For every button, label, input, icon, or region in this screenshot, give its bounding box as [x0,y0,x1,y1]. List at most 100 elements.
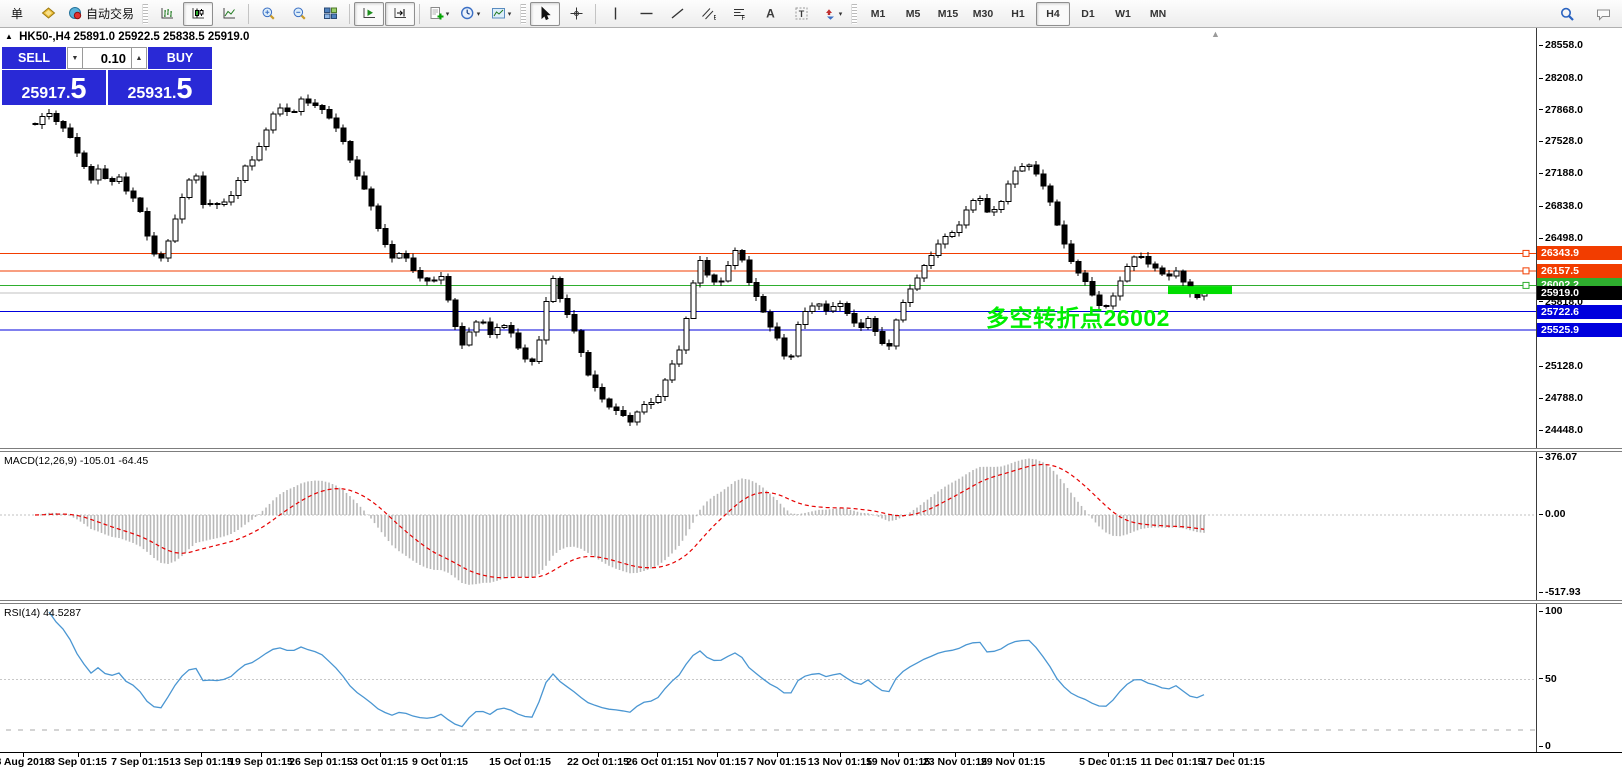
zoom-out-button[interactable] [284,2,314,26]
main-chart-canvas[interactable] [0,28,1536,449]
y-axis-label: 25128.0 [1539,360,1583,372]
sell-price-fraction: 5 [70,78,86,102]
timeframe-D1[interactable]: D1 [1071,2,1105,26]
candlestick-chart-button[interactable] [183,2,213,26]
y-axis-label: 26838.0 [1539,200,1583,212]
vertical-line-button[interactable] [600,2,630,26]
tile-windows-button[interactable] [315,2,345,26]
rsi-indicator-label: RSI(14) 44.5287 [4,607,81,619]
time-axis-line [0,752,1622,753]
horizontal-line-button[interactable] [631,2,661,26]
rsi-line [49,612,1204,727]
toolbar-grip [851,4,857,24]
trendline-button[interactable] [662,2,692,26]
x-axis-label: 7 Sep 01:15 [111,756,169,768]
indicators-button[interactable]: ▾ [424,2,454,26]
templates-button[interactable]: ▾ [486,2,516,26]
buy-price-main: 25931. [127,86,176,102]
vertical-line-icon [608,6,623,21]
highlight-zone[interactable] [1168,286,1232,294]
toolbar-separator [595,4,596,24]
candlestick-chart-icon [191,6,206,21]
sell-button[interactable]: SELL [2,47,66,69]
text-button[interactable]: A [755,2,785,26]
sell-price-button[interactable]: 25917. 5 [2,70,106,105]
y-axis-label: 24788.0 [1539,392,1583,404]
timeframe-M30[interactable]: M30 [966,2,1000,26]
crosshair-button[interactable] [561,2,591,26]
timeframe-H4[interactable]: H4 [1036,2,1070,26]
y-axis-label: 26498.0 [1539,232,1583,244]
timeframe-M5[interactable]: M5 [896,2,930,26]
zoom-out-icon [292,6,307,21]
buy-price-button[interactable]: 25931. 5 [108,70,212,105]
y-axis-label: 27528.0 [1539,135,1583,147]
y-axis-label: 27868.0 [1539,104,1583,116]
resistance-line-1-handle[interactable] [1523,250,1529,256]
x-axis-label: 3 Sep 01:15 [49,756,107,768]
timeframe-M1[interactable]: M1 [861,2,895,26]
auto-scroll-button[interactable] [354,2,384,26]
macd-canvas[interactable] [0,452,1536,600]
rsi-panel-separator[interactable] [0,600,1622,604]
auto-scroll-icon [362,6,377,21]
pivot-line-handle[interactable] [1523,282,1529,288]
timeframe-H1[interactable]: H1 [1001,2,1035,26]
x-axis-label: 13 Sep 01:15 [169,756,233,768]
volume-input[interactable]: 0.10 [83,47,131,69]
x-axis-label: 13 Nov 01:15 [808,756,872,768]
support-line-1-price-tag: 25722.6 [1537,305,1622,319]
buy-price-fraction: 5 [176,78,192,102]
text-label-button[interactable]: T [786,2,816,26]
chat-button[interactable] [1588,2,1618,26]
new-order-button[interactable]: 单 [2,2,32,26]
search-button[interactable] [1552,2,1582,26]
equidistant-channel-button[interactable]: E [693,2,723,26]
buy-button[interactable]: BUY [148,47,212,69]
toolbar-grip [142,4,148,24]
line-chart-button[interactable] [214,2,244,26]
timeframe-M15[interactable]: M15 [931,2,965,26]
x-axis-label: 17 Dec 01:15 [1201,756,1265,768]
fibonacci-button[interactable]: F [724,2,754,26]
volume-increase-button[interactable]: ▲ [131,47,147,69]
toolbar-right-icons [1552,2,1618,26]
price-axis-border [1536,28,1537,752]
macd-axis-label: 0.00 [1539,508,1565,520]
line-chart-icon [222,6,237,21]
dropdown-caret-icon: ▾ [446,10,450,18]
x-axis-label: 19 Nov 01:15 [866,756,930,768]
deposit-button[interactable] [33,2,63,26]
macd-panel-separator[interactable] [0,448,1622,452]
arrows-button[interactable]: ▾ [817,2,847,26]
cursor-button[interactable] [530,2,560,26]
macd-axis-label: 376.07 [1539,451,1577,463]
equidistant-channel-icon: E [701,6,716,21]
autotrading-button[interactable]: 自动交易 [64,2,138,26]
one-click-trading-panel: SELL ▼ 0.10 ▲ BUY 25917. 5 25931. 5 [2,47,212,105]
periods-button[interactable]: ▾ [455,2,485,26]
timeframe-MN[interactable]: MN [1141,2,1175,26]
rsi-canvas[interactable] [0,604,1536,752]
candlestick-series [33,95,1207,427]
x-axis-label: 1 Nov 01:15 [688,756,746,768]
dropdown-caret-icon: ▾ [508,10,512,18]
chart-shift-button[interactable] [385,2,415,26]
indicators-icon [429,6,444,21]
zoom-in-icon [261,6,276,21]
main-toolbar: 单自动交易▾▾▾EFAT▾M1M5M15M30H1H4D1W1MN [0,0,1622,28]
bar-chart-button[interactable] [152,2,182,26]
zoom-in-button[interactable] [253,2,283,26]
tile-windows-icon [323,6,338,21]
rsi-axis-label: 50 [1539,673,1557,685]
volume-decrease-button[interactable]: ▼ [67,47,83,69]
toolbar-separator [419,4,420,24]
crosshair-icon [569,6,584,21]
cursor-icon [538,6,553,21]
chart-annotation[interactable]: 多空转折点26002 [986,299,1170,333]
dropdown-caret-icon: ▾ [477,10,481,18]
toolbar-separator [248,4,249,24]
macd-indicator-label: MACD(12,26,9) -105.01 -64.45 [4,455,148,467]
resistance-line-2-handle[interactable] [1523,268,1529,274]
timeframe-W1[interactable]: W1 [1106,2,1140,26]
